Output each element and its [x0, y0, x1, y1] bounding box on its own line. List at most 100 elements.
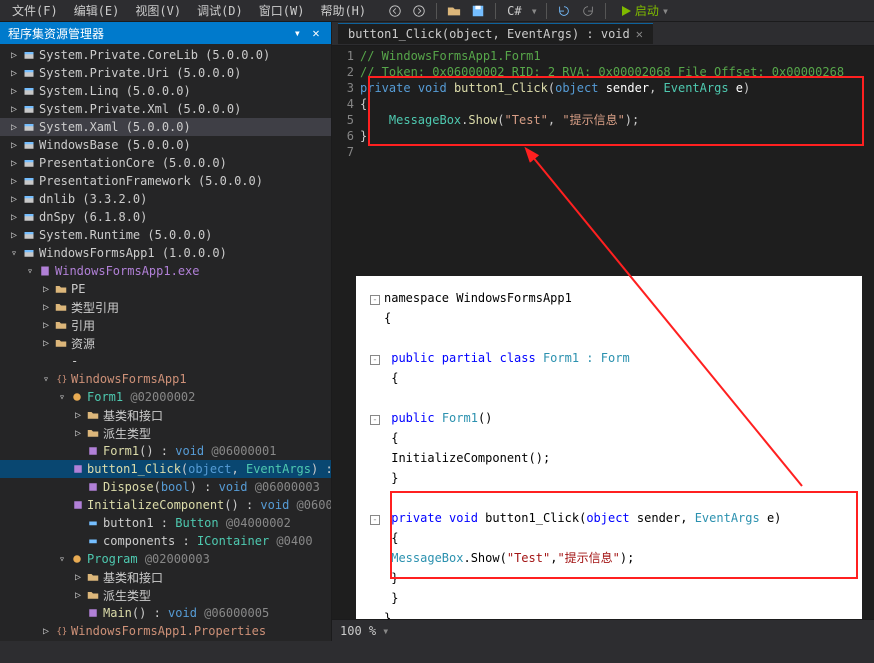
zoom-dropdown-icon[interactable]: ▾ — [382, 624, 389, 638]
menu-edit[interactable]: 编辑(E) — [66, 0, 128, 21]
expand-icon[interactable]: ▿ — [56, 553, 68, 565]
asm-icon — [22, 156, 36, 170]
tree-item[interactable]: - — [0, 352, 331, 370]
svg-text:{}: {} — [57, 375, 68, 385]
expand-icon[interactable]: ▷ — [8, 121, 20, 133]
menu-file[interactable]: 文件(F) — [4, 0, 66, 21]
zoom-level[interactable]: 100 % — [340, 624, 376, 638]
tree-item[interactable]: ▷基类和接口 — [0, 406, 331, 424]
menu-view[interactable]: 视图(V) — [127, 0, 189, 21]
tree-item[interactable]: ▷基类和接口 — [0, 568, 331, 586]
tree-item[interactable]: ▷System.Xaml (5.0.0.0) — [0, 118, 331, 136]
tree-item[interactable]: components : IContainer @0400 — [0, 532, 331, 550]
expand-icon[interactable]: ▷ — [40, 283, 52, 295]
expand-icon[interactable]: ▷ — [8, 229, 20, 241]
undo-icon[interactable] — [555, 2, 573, 20]
asm-icon — [22, 174, 36, 188]
expand-icon[interactable]: ▿ — [8, 247, 20, 259]
tree-item[interactable]: button1_Click(object, EventArgs) : — [0, 460, 331, 478]
tree-item[interactable]: ▷{}WindowsFormsApp1.Properties — [0, 622, 331, 640]
close-icon[interactable]: ✕ — [309, 26, 323, 40]
tree-label: dnlib (3.3.2.0) — [39, 192, 147, 206]
expand-icon[interactable]: ▷ — [8, 49, 20, 61]
tree-item[interactable]: ▷netstandard (2.1.0.0) — [0, 640, 331, 641]
dropdown-icon[interactable]: ▾ — [294, 26, 301, 40]
tree-item[interactable]: ▷dnSpy (6.1.8.0) — [0, 208, 331, 226]
expand-icon[interactable]: ▷ — [8, 175, 20, 187]
expand-icon[interactable]: ▷ — [40, 625, 52, 637]
tree-item[interactable]: ▷System.Private.Uri (5.0.0.0) — [0, 64, 331, 82]
tree-label: WindowsFormsApp1.Properties — [71, 624, 266, 638]
expand-icon[interactable]: ▷ — [8, 103, 20, 115]
tree-item[interactable]: ▷ System.Linq (5.0.0.0) — [0, 82, 331, 100]
asm-icon — [22, 246, 36, 260]
expand-icon[interactable]: ▷ — [8, 67, 20, 79]
dark-code-editor[interactable]: 1234567 // WindowsFormsApp1.Form1// Toke… — [332, 46, 874, 160]
start-button[interactable]: 启动 ▾ — [614, 2, 675, 19]
expand-icon[interactable]: ▷ — [40, 301, 52, 313]
sidebar-header: 程序集资源管理器 ▾ ✕ — [0, 22, 331, 44]
tree-item[interactable]: ▷PresentationFramework (5.0.0.0) — [0, 172, 331, 190]
editor-tab[interactable]: button1_Click(object, EventArgs) : void … — [338, 23, 653, 44]
expand-icon[interactable]: ▷ — [72, 427, 84, 439]
forward-icon[interactable] — [410, 2, 428, 20]
tree-item[interactable]: ▿WindowsFormsApp1 (1.0.0.0) — [0, 244, 331, 262]
menu-debug[interactable]: 调试(D) — [189, 0, 251, 21]
tree-item[interactable]: ▷System.Private.CoreLib (5.0.0.0) — [0, 46, 331, 64]
tree-item[interactable]: ▿WindowsFormsApp1.exe — [0, 262, 331, 280]
tree-label: WindowsFormsApp1 — [71, 372, 187, 386]
separator — [495, 3, 496, 19]
expand-icon[interactable]: ▿ — [40, 373, 52, 385]
expand-icon[interactable]: ▷ — [40, 319, 52, 331]
tree-item[interactable]: ▷System.Private.Xml (5.0.0.0) — [0, 100, 331, 118]
tree-item[interactable]: ▷PE — [0, 280, 331, 298]
tree-item[interactable]: ▷引用 — [0, 316, 331, 334]
tree-item[interactable]: ▷派生类型 — [0, 586, 331, 604]
tree-item[interactable]: ▷类型引用 — [0, 298, 331, 316]
folder-icon — [86, 408, 100, 422]
tree-label: Dispose(bool) : void @06000003 — [103, 480, 320, 494]
redo-icon[interactable] — [579, 2, 597, 20]
expand-icon[interactable]: ▷ — [40, 337, 52, 349]
method-icon — [86, 444, 100, 458]
tree-item[interactable]: Form1() : void @06000001 — [0, 442, 331, 460]
language-selector[interactable]: C# — [504, 4, 524, 18]
tree-label: Form1() : void @06000001 — [103, 444, 276, 458]
expand-icon[interactable]: ▿ — [56, 391, 68, 403]
expand-icon[interactable]: ▿ — [24, 265, 36, 277]
tree-item[interactable]: ▷派生类型 — [0, 424, 331, 442]
tree-item[interactable]: button1 : Button @04000002 — [0, 514, 331, 532]
expand-icon[interactable]: ▷ — [72, 589, 84, 601]
tree-item[interactable]: InitializeComponent() : void @0600 — [0, 496, 331, 514]
fold-icon[interactable]: - — [370, 295, 380, 305]
back-icon[interactable] — [386, 2, 404, 20]
expand-icon[interactable]: ▷ — [8, 85, 20, 97]
tree-item[interactable]: ▿ {}WindowsFormsApp1 — [0, 370, 331, 388]
separator — [605, 3, 606, 19]
expand-icon[interactable]: ▷ — [8, 157, 20, 169]
tree-item[interactable]: ▿Form1 @02000002 — [0, 388, 331, 406]
tab-close-icon[interactable]: ✕ — [636, 27, 643, 41]
folder-icon — [54, 300, 68, 314]
tree-item[interactable]: Main() : void @06000005 — [0, 604, 331, 622]
tree-item[interactable]: ▷ dnlib (3.3.2.0) — [0, 190, 331, 208]
expand-icon[interactable]: ▷ — [8, 211, 20, 223]
assembly-tree[interactable]: ▷System.Private.CoreLib (5.0.0.0)▷System… — [0, 44, 331, 641]
expand-icon[interactable]: ▷ — [8, 139, 20, 151]
expand-icon[interactable]: ▷ — [72, 571, 84, 583]
tree-item[interactable]: ▷资源 — [0, 334, 331, 352]
tree-item[interactable]: ▷System.Runtime (5.0.0.0) — [0, 226, 331, 244]
tree-label: WindowsBase (5.0.0.0) — [39, 138, 191, 152]
tree-label: System.Linq (5.0.0.0) — [39, 84, 191, 98]
tree-item[interactable]: Dispose(bool) : void @06000003 — [0, 478, 331, 496]
tree-item[interactable]: ▷ WindowsBase (5.0.0.0) — [0, 136, 331, 154]
asm-icon — [22, 102, 36, 116]
open-icon[interactable] — [445, 2, 463, 20]
expand-icon[interactable]: ▷ — [72, 409, 84, 421]
expand-icon[interactable]: ▷ — [8, 193, 20, 205]
tree-item[interactable]: ▿Program @02000003 — [0, 550, 331, 568]
menu-help[interactable]: 帮助(H) — [312, 0, 374, 21]
save-icon[interactable] — [469, 2, 487, 20]
tree-item[interactable]: ▷PresentationCore (5.0.0.0) — [0, 154, 331, 172]
menu-window[interactable]: 窗口(W) — [251, 0, 313, 21]
